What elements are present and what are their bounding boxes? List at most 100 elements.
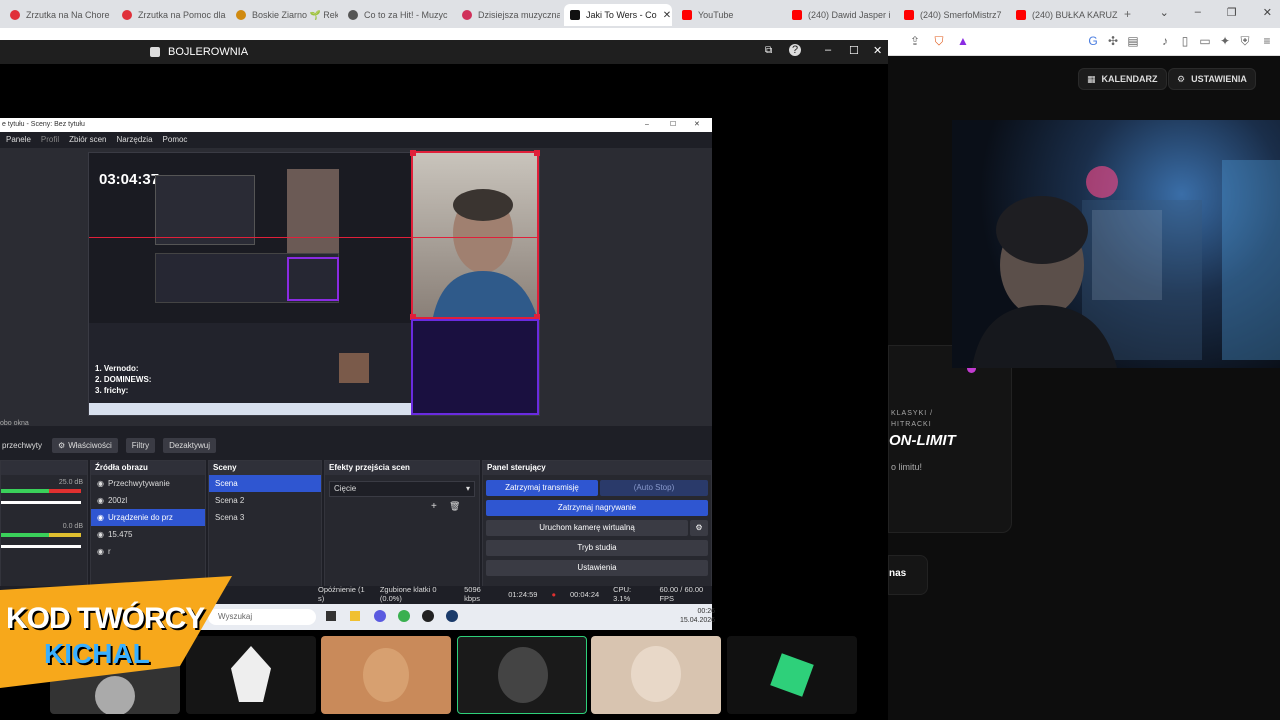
- source-row[interactable]: ◉ r: [91, 543, 205, 560]
- leo-ai-icon[interactable]: ✦: [1218, 34, 1232, 48]
- player-avatar: [363, 648, 409, 702]
- player-tile[interactable]: [727, 636, 857, 714]
- resize-handle[interactable]: [534, 150, 540, 156]
- minimize-icon[interactable]: –: [645, 118, 649, 132]
- close-icon[interactable]: ✕: [873, 44, 882, 57]
- scene-row[interactable]: Scena 3: [209, 509, 321, 526]
- steam-icon[interactable]: [446, 610, 458, 622]
- source-row[interactable]: ◉ 200zl: [91, 492, 205, 509]
- cast-icon[interactable]: ⧉: [765, 45, 772, 56]
- maximize-icon[interactable]: ☐: [849, 44, 859, 57]
- widget-source[interactable]: [411, 319, 539, 415]
- scene-row-selected[interactable]: Scena: [209, 475, 321, 492]
- youtube-icon: [682, 10, 692, 20]
- brave-shield-icon[interactable]: ⛉: [932, 34, 946, 48]
- stop-stream-button[interactable]: Zatrzymaj transmisję: [486, 480, 598, 496]
- help-icon[interactable]: ?: [789, 44, 801, 56]
- browser-tab[interactable]: Boskie Ziarno 🌱 Rek: [230, 4, 338, 26]
- sidebar-icon[interactable]: ▯: [1178, 34, 1192, 48]
- nested-taskbar: [89, 403, 411, 415]
- deactivate-button[interactable]: Dezaktywuj: [163, 437, 216, 453]
- scene-row[interactable]: Scena 2: [209, 492, 321, 509]
- menu-icon[interactable]: ≡: [1260, 34, 1274, 48]
- source-row[interactable]: ◉ 15.475: [91, 526, 205, 543]
- browser-tab[interactable]: Dzisiejsza muzyczna: [456, 4, 560, 26]
- wallet-icon[interactable]: ▭: [1198, 34, 1212, 48]
- menu-item[interactable]: Narzędzia: [117, 135, 153, 144]
- chrome-icon[interactable]: [398, 610, 410, 622]
- minimize-icon[interactable]: –: [1195, 6, 1201, 19]
- camera-icon: ◉: [97, 513, 104, 522]
- player-tile[interactable]: [591, 636, 721, 714]
- tab-search-icon[interactable]: ⌄: [1160, 6, 1169, 19]
- menu-item[interactable]: Pomoc: [163, 135, 188, 144]
- text-icon: ◉: [97, 547, 104, 556]
- stop-recording-button[interactable]: Zatrzymaj nagrywanie: [486, 500, 708, 516]
- browser-tab[interactable]: Co to za Hit! - Muzyc: [342, 4, 452, 26]
- browser-tab[interactable]: (240) Dawid Jasper i: [786, 4, 892, 26]
- properties-button[interactable]: ⚙ Właściwości: [52, 437, 118, 453]
- browser-tab[interactable]: YouTube: [676, 4, 776, 26]
- settings-button[interactable]: Ustawienia: [486, 560, 708, 576]
- game-mode-card[interactable]: KLASYKI / HITRACKI ON-LIMIT o limitu!: [888, 345, 1012, 533]
- maximize-icon[interactable]: ☐: [670, 118, 676, 132]
- obs-icon[interactable]: [422, 610, 434, 622]
- new-tab-icon[interactable]: +: [1124, 7, 1131, 21]
- share-icon[interactable]: ⇪: [908, 34, 922, 48]
- folder-icon[interactable]: [350, 611, 360, 621]
- chevron-down-icon: ▾: [465, 484, 470, 493]
- close-icon[interactable]: ✕: [1263, 6, 1272, 19]
- brave-rewards-icon[interactable]: ▲: [956, 34, 970, 48]
- selected-webcam-source[interactable]: [410, 150, 540, 320]
- reading-icon[interactable]: ▤: [1126, 34, 1140, 48]
- filters-button[interactable]: Filtry: [125, 437, 156, 453]
- music-icon[interactable]: ♪: [1158, 34, 1172, 48]
- minimize-icon[interactable]: –: [825, 44, 831, 56]
- volume-slider[interactable]: [1, 501, 81, 504]
- panel-header: Efekty przejścia scen: [325, 461, 479, 475]
- obs-menubar: Panele Profil Zbiór scen Narzędzia Pomoc: [0, 132, 712, 146]
- discord-icon[interactable]: [374, 610, 386, 622]
- volume-slider[interactable]: [1, 545, 81, 548]
- creator-code-banner: KOD TWÓRCY KICHAL: [0, 576, 232, 688]
- studio-mode-button[interactable]: Tryb studia: [486, 540, 708, 556]
- calendar-button[interactable]: ▦ KALENDARZ: [1078, 68, 1167, 90]
- close-icon[interactable]: ✕: [694, 118, 700, 132]
- trash-icon[interactable]: 🗑: [449, 501, 460, 512]
- calendar-icon: ▦: [1087, 73, 1096, 84]
- menu-item[interactable]: Zbiór scen: [69, 135, 106, 144]
- tab-capture[interactable]: przechwyty: [0, 438, 44, 453]
- settings-button[interactable]: ⚙ USTAWIENIA: [1168, 68, 1256, 90]
- source-row-selected[interactable]: ◉ Urządzenie do prz: [91, 509, 205, 526]
- menu-item[interactable]: Panele: [6, 135, 31, 144]
- nested-webcam: [287, 169, 339, 253]
- maximize-icon[interactable]: ❐: [1227, 6, 1237, 19]
- transition-select[interactable]: Cięcie ▾: [329, 481, 475, 497]
- player-tile-active[interactable]: [457, 636, 587, 714]
- obs-preview: 03:04:37 1. Vernodo: 2. DOMINEWS: 3. fri…: [0, 148, 712, 426]
- preview-canvas[interactable]: 03:04:37 1. Vernodo: 2. DOMINEWS: 3. fri…: [88, 150, 540, 416]
- resize-handle[interactable]: [410, 150, 416, 156]
- browser-tab[interactable]: (240) SmerfoMistrz7: [898, 4, 1004, 26]
- player-avatar: [231, 646, 271, 702]
- close-tab-icon[interactable]: ✕: [663, 10, 671, 21]
- extensions-icon[interactable]: ✣: [1106, 34, 1120, 48]
- autostop-button[interactable]: (Auto Stop): [600, 480, 708, 496]
- youtube-icon: [1016, 10, 1026, 20]
- virtual-camera-button[interactable]: Uruchom kamerę wirtualną: [486, 520, 688, 536]
- browser-tab[interactable]: (240) BUŁKA KARUZE: [1010, 4, 1118, 26]
- player-tile[interactable]: [321, 636, 451, 714]
- translate-icon[interactable]: G: [1086, 34, 1100, 48]
- browser-tab-active[interactable]: Jaki To Wers - Co ✕: [564, 4, 672, 26]
- browser-tab[interactable]: Zrzutka na Na Chore: [4, 4, 112, 26]
- thumbnail-image: [339, 353, 369, 383]
- vpn-icon[interactable]: ⛨: [1238, 34, 1252, 48]
- gear-icon[interactable]: ⚙: [690, 520, 708, 536]
- source-row[interactable]: ◉ Przechwytywanie: [91, 475, 205, 492]
- task-view-icon[interactable]: [326, 611, 336, 621]
- add-icon[interactable]: +: [431, 501, 437, 512]
- browser-tab[interactable]: Zrzutka na Pomoc dla: [116, 4, 226, 26]
- player-avatar: [498, 647, 548, 703]
- menu-item[interactable]: Profil: [41, 135, 59, 144]
- menu-card[interactable]: nas: [888, 555, 928, 595]
